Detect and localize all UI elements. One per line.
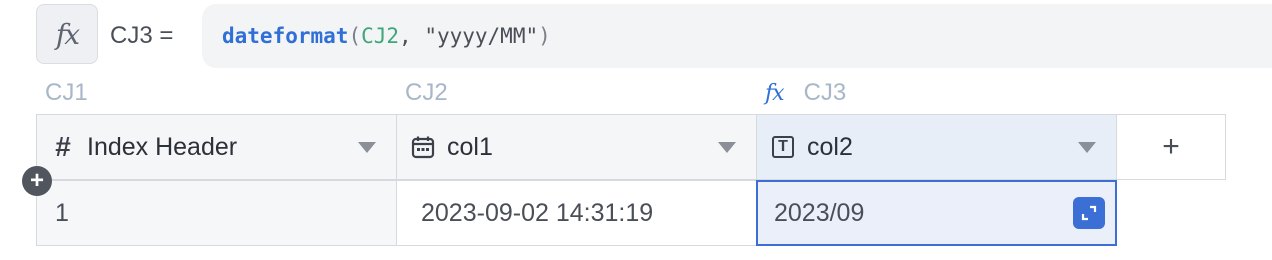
column-header-col2[interactable]: T col2 — [756, 114, 1117, 180]
formula-reference-token: CJ2 — [361, 24, 400, 48]
column-header-label: col1 — [447, 132, 493, 161]
table-cell-col2-selected[interactable]: 2023/09 — [756, 180, 1117, 246]
column-header-label: Index Header — [87, 132, 238, 161]
add-column-button[interactable]: + — [1116, 114, 1226, 180]
formula-column-icon: fx — [765, 80, 785, 106]
formula-input[interactable]: dateformat(CJ2, "yyyy/MM") — [202, 4, 1272, 68]
plus-icon: + — [29, 167, 44, 194]
formula-close-paren: ) — [538, 24, 551, 48]
cell-value: 2023/09 — [774, 198, 865, 227]
hash-icon: # — [55, 131, 71, 162]
text-type-glyph: T — [772, 136, 794, 158]
expand-icon[interactable] — [1073, 197, 1105, 229]
fx-button[interactable]: fx — [36, 4, 98, 64]
formula-target-label: CJ3 = — [110, 22, 174, 49]
cell-value: 2023-09-02 14:31:19 — [421, 198, 654, 227]
column-ref-label: CJ3 — [803, 79, 847, 106]
calendar-icon — [409, 135, 437, 159]
dropdown-arrow-icon[interactable] — [1078, 142, 1096, 153]
formula-function-token: dateformat — [222, 24, 349, 48]
fx-icon: fx — [55, 17, 80, 51]
formula-expression: dateformat(CJ2, "yyyy/MM") — [222, 24, 551, 48]
column-ref-label: CJ2 — [405, 79, 448, 106]
column-ref-cj3: fx CJ3 — [765, 79, 846, 107]
column-ref-label: CJ1 — [45, 79, 88, 106]
text-type-icon: T — [769, 136, 797, 158]
dropdown-arrow-icon[interactable] — [718, 142, 736, 153]
column-header-col1[interactable]: col1 — [396, 114, 757, 180]
formula-string-token: "yyyy/MM" — [424, 24, 539, 48]
column-header-index[interactable]: # Index Header — [36, 114, 397, 180]
formula-open-paren: ( — [348, 24, 362, 48]
table-cell-index[interactable]: 1 — [36, 180, 397, 246]
plus-icon: + — [1162, 130, 1180, 163]
column-ref-cj1: CJ1 — [45, 79, 88, 107]
column-header-label: col2 — [807, 132, 853, 161]
add-row-button[interactable]: + — [22, 166, 52, 196]
formula-bar: fx CJ3 = dateformat(CJ2, "yyyy/MM") — [36, 4, 1272, 68]
dropdown-arrow-icon[interactable] — [358, 142, 376, 153]
formula-separator: , — [399, 24, 425, 48]
cell-value: 1 — [55, 198, 69, 227]
table-cell-col1[interactable]: 2023-09-02 14:31:19 — [396, 180, 757, 246]
column-ref-cj2: CJ2 — [405, 79, 448, 107]
